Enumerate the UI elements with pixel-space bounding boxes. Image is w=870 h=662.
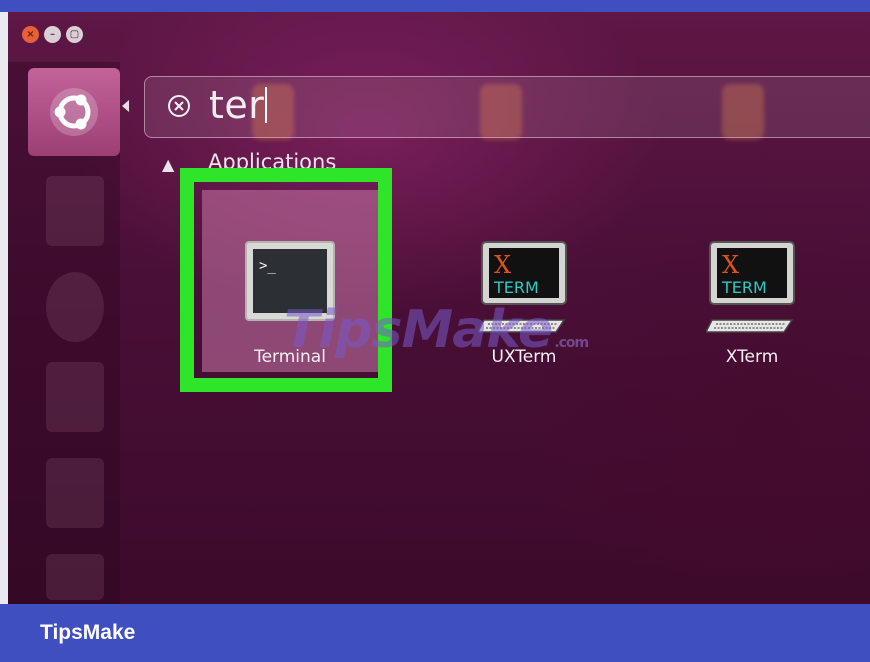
dash-search-bar[interactable]: ter (144, 76, 870, 138)
watermark: TipsMake .com (284, 300, 589, 360)
footer-brand: TipsMake (40, 621, 136, 644)
search-input[interactable]: ter (209, 83, 268, 127)
xterm-term-word: TERM (721, 278, 767, 297)
active-launcher-arrow-icon (122, 100, 129, 112)
xterm-x-letter: X (722, 251, 739, 279)
watermark-suffix: .com (554, 335, 589, 351)
xterm-icon: X TERM (706, 241, 795, 333)
launcher-browser-icon[interactable] (46, 272, 104, 342)
text-caret (265, 87, 268, 123)
top-border-strip (0, 0, 870, 12)
maximize-window-button[interactable]: ▢ (66, 26, 83, 43)
close-window-button[interactable]: × (22, 26, 39, 43)
left-border-strip (0, 12, 8, 604)
launcher-impress-icon[interactable] (46, 554, 104, 600)
footer-bar: TipsMake (0, 604, 870, 662)
app-result-xterm[interactable]: X TERM XTerm (664, 190, 840, 372)
launcher-calc-icon[interactable] (46, 458, 104, 528)
clear-search-icon[interactable] (167, 94, 191, 118)
launcher-writer-icon[interactable] (46, 362, 104, 432)
collapse-arrow-icon[interactable]: ▲ (162, 155, 174, 174)
ubuntu-logo-icon (50, 88, 98, 136)
xterm-term-word: TERM (493, 278, 539, 297)
xterm-x-letter: X (494, 251, 511, 279)
window-controls: × – ▢ (22, 26, 83, 43)
search-query: ter (209, 83, 265, 127)
watermark-brand: TipsMake (284, 300, 553, 360)
app-label-xterm: XTerm (725, 347, 779, 367)
dash-home-button[interactable] (28, 68, 120, 156)
screenshot-frame: × – ▢ ter ▲ Applications >_ Terminal X T… (0, 0, 870, 662)
launcher-files-icon[interactable] (46, 176, 104, 246)
minimize-window-button[interactable]: – (44, 26, 61, 43)
